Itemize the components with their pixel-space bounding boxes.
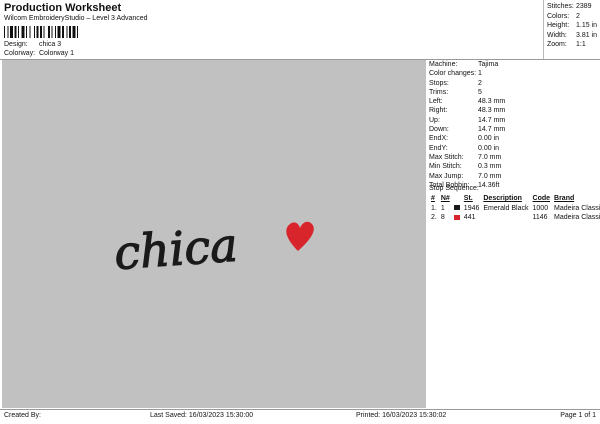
prop-max-stitch: Max Stitch: 7.0 mm [429, 153, 502, 161]
barcode [4, 26, 78, 38]
stat-zoom: Zoom: 1:1 [547, 41, 586, 49]
prop-machine: Machine: Tajima [429, 61, 499, 68]
embroidery-design: chica [112, 217, 314, 281]
heart-icon [286, 221, 314, 251]
colorway-label: Colorway: [4, 50, 36, 57]
table-row: 1. 1 1946 Emerald Black 1000 Madeira Cla… [431, 204, 600, 212]
prop-stops: Stops: 2 [429, 79, 482, 87]
design-stats: Stitches: 2389 Colors: 2 Height: 1.15 in Wi… [547, 2, 597, 50]
colorway-row: Colorway: Colorway 1 [4, 50, 74, 57]
prop-color-changes: Color changes: 1 [429, 70, 482, 78]
prop-up: Up: 14.7 mm [429, 116, 506, 124]
worksheet-title: Production Worksheet [4, 2, 122, 14]
design-value: chica 3 [38, 41, 62, 48]
page-number: Page 1 of 1 [560, 412, 596, 419]
prop-max-jump: Max Jump: 7.0 mm [429, 172, 502, 180]
prop-endx: EndX: 0.00 in [429, 135, 500, 143]
last-saved: Last Saved: 16/03/2023 15:30:00 [150, 412, 254, 419]
stat-colors: Colors: 2 [547, 12, 580, 20]
prop-min-stitch: Min Stitch: 0.3 mm [429, 163, 502, 171]
design-label: Design: [4, 41, 28, 48]
prop-trims: Trims: 5 [429, 88, 482, 96]
table-row: 2. 8 441 1146 Madeira Classic 40 [431, 214, 600, 221]
stat-height: Height: 1.15 in [547, 22, 598, 30]
footer-separator [0, 409, 600, 410]
prop-left: Left: 48.3 mm [429, 98, 506, 106]
design-preview: chica [2, 60, 426, 408]
stop-sequence-table: # N# St. Description Code Brand 1. 1 194… [429, 194, 600, 223]
header-divider [543, 0, 544, 59]
machine-properties: Machine: Tajima Color changes: 1 Stops: 2 T… [429, 60, 505, 190]
software-subtitle: Wilcom EmbroideryStudio – Level 3 Advanc… [4, 15, 148, 22]
design-row: Design: chica 3 [4, 41, 61, 48]
prop-right: Right: 48.3 mm [429, 107, 506, 115]
color-swatch [453, 205, 460, 211]
colorway-value: Colorway 1 [38, 50, 74, 57]
printed-date: Printed: 16/03/2023 15:30:02 [356, 412, 447, 419]
stat-stitches: Stitches: 2389 [547, 3, 592, 10]
design-script-text: chica [112, 218, 239, 280]
created-by: Created By: [4, 412, 41, 419]
stat-width: Width: 3.81 in [547, 31, 598, 39]
prop-down: Down: 14.7 mm [429, 126, 506, 134]
stop-sequence-header: # N# St. Description Code Brand [431, 195, 575, 202]
stop-sequence-title: Stop Sequence: [429, 185, 479, 192]
prop-endy: EndY: 0.00 in [429, 144, 500, 152]
color-swatch [453, 214, 460, 220]
